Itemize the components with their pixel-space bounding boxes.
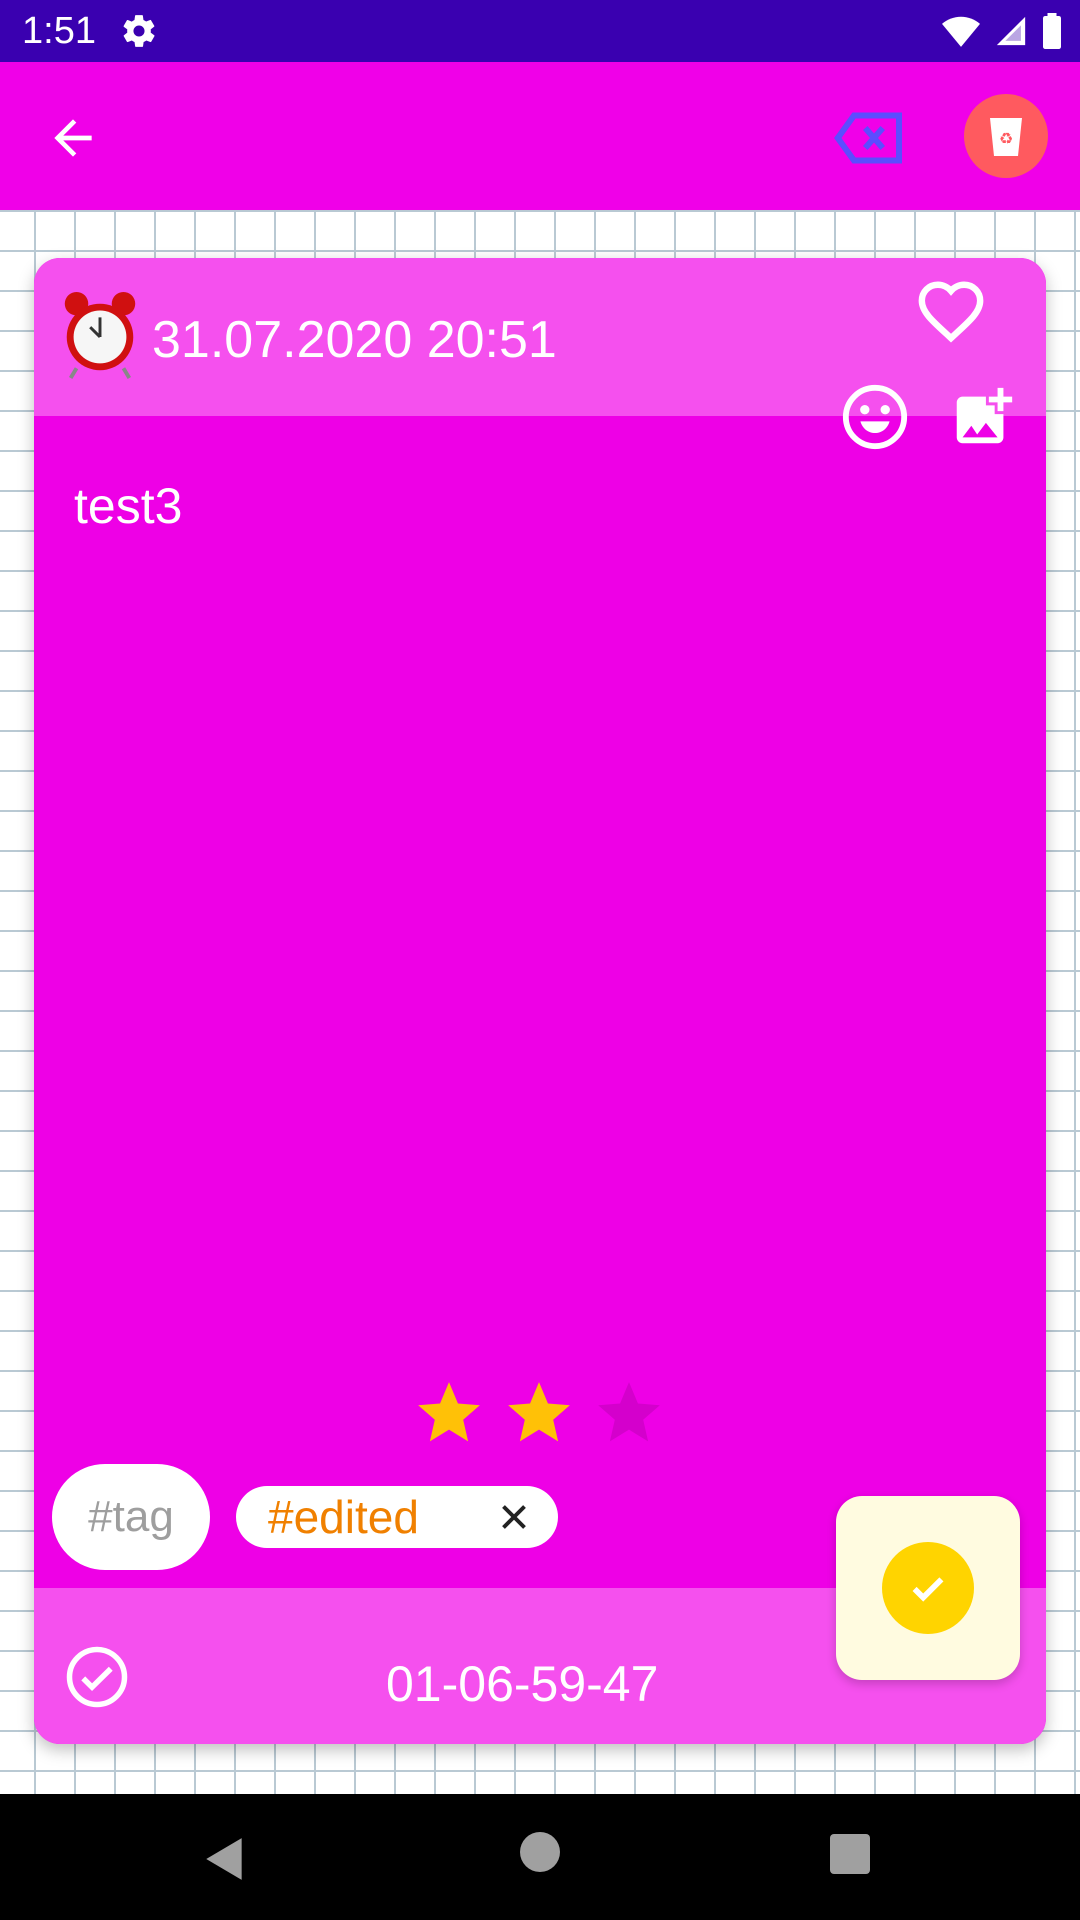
system-icons (942, 12, 1062, 50)
battery-icon (1043, 13, 1061, 49)
signal-icon (996, 16, 1026, 46)
note-code: 01-06-59-47 (386, 1656, 659, 1712)
tag-chip-edited[interactable]: #edited (236, 1486, 558, 1548)
star-icon-1[interactable] (410, 1376, 488, 1450)
check-icon (912, 1577, 944, 1602)
close-icon[interactable] (496, 1499, 532, 1535)
tag-chip-label: #edited (268, 1491, 419, 1543)
note-header: 31.07.2020 20:51 (34, 258, 1046, 450)
add-tag-chip[interactable]: #tag (52, 1464, 210, 1570)
note-body-text[interactable]: test3 (74, 476, 182, 536)
note-date[interactable]: 31.07.2020 20:51 (152, 310, 557, 370)
save-button-container (836, 1496, 1020, 1680)
settings-gear-icon (123, 15, 155, 47)
add-tag-label: #tag (88, 1492, 174, 1541)
system-nav-bar (0, 1794, 1080, 1920)
delete-button[interactable]: ♻ (964, 94, 1048, 178)
nav-home-icon[interactable] (520, 1832, 560, 1872)
nav-back-icon[interactable] (200, 1834, 250, 1884)
recycle-bin-icon: ♻ (990, 118, 1022, 156)
svg-text:♻: ♻ (999, 129, 1013, 148)
status-bar: 1:51 (0, 0, 1080, 62)
emoji-smiley-icon[interactable] (840, 382, 910, 452)
app-bar: ♻ (0, 62, 1080, 210)
arrow-left-icon[interactable] (40, 110, 106, 166)
tag-remove-icon[interactable] (834, 110, 904, 166)
star-icon-3[interactable] (590, 1376, 668, 1450)
check-circle-icon[interactable] (64, 1644, 130, 1710)
rating-stars[interactable] (410, 1376, 668, 1450)
star-icon-2[interactable] (500, 1376, 578, 1450)
heart-icon[interactable] (916, 278, 986, 344)
save-button[interactable] (882, 1542, 974, 1634)
add-image-icon[interactable] (948, 382, 1018, 452)
status-time: 1:51 (22, 10, 96, 52)
nav-recents-icon[interactable] (830, 1834, 870, 1874)
alarm-clock-icon[interactable] (60, 290, 140, 380)
wifi-icon (942, 16, 980, 47)
